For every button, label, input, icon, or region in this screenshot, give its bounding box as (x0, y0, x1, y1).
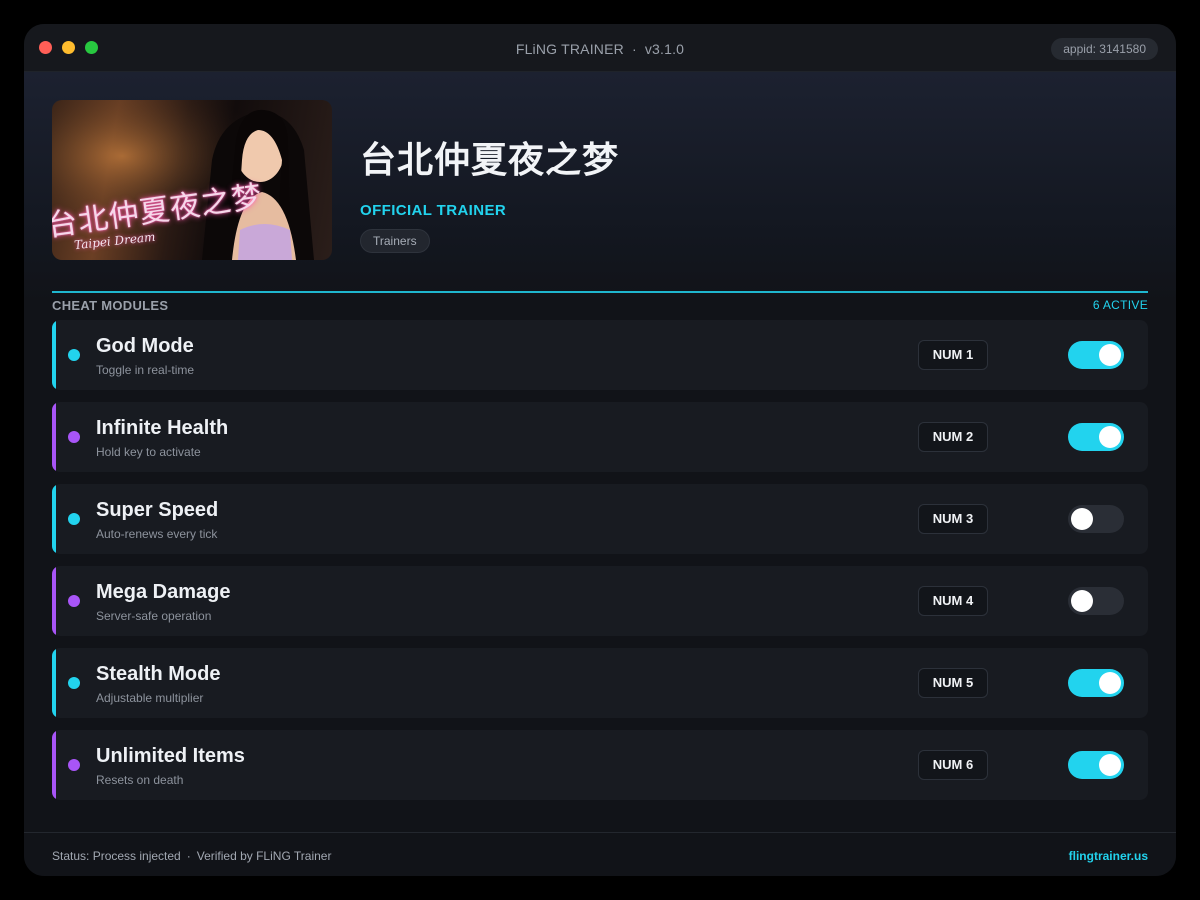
hotkey-button[interactable]: NUM 4 (918, 586, 988, 616)
cheat-toggle[interactable] (1068, 341, 1124, 369)
app-version: v3.1.0 (644, 41, 685, 57)
accent-bar (52, 566, 56, 636)
cheat-description: Resets on death (96, 773, 184, 787)
toggle-knob (1071, 508, 1093, 530)
trainers-tag[interactable]: Trainers (360, 229, 430, 253)
status-footer: Status: Process injected · Verified by FLi… (24, 832, 1176, 876)
cheat-name: Stealth Mode (96, 663, 221, 685)
cheat-row-god-mode: God Mode Toggle in real-time NUM 1 (52, 320, 1148, 390)
cheat-name: God Mode (96, 335, 194, 357)
cheat-modules-heading: CHEAT MODULES (52, 298, 169, 313)
status-dot (68, 513, 80, 525)
cheat-description: Toggle in real-time (96, 363, 195, 377)
window-title: FLiNG TRAINER · v3.1.0 (24, 41, 1176, 57)
game-title: 台北仲夏夜之梦 (360, 139, 620, 180)
status-text: Status: Process injected · Verified by FLi… (52, 849, 331, 863)
accent-bar (52, 648, 56, 718)
process-status: Status: Process injected (52, 849, 181, 863)
website-link[interactable]: flingtrainer.us (1069, 849, 1148, 863)
app-name: FLiNG TRAINER (515, 41, 624, 57)
toggle-knob (1099, 344, 1121, 366)
footer-separator: · (186, 849, 191, 863)
hotkey-button[interactable]: NUM 5 (918, 668, 988, 698)
accent-bar (52, 484, 56, 554)
status-dot (68, 677, 80, 689)
cheat-row-infinite-health: Infinite Health Hold key to activate NUM… (52, 402, 1148, 472)
cheat-name: Infinite Health (96, 417, 229, 439)
cheat-toggle[interactable] (1068, 423, 1124, 451)
cheat-toggle[interactable] (1068, 751, 1124, 779)
cheat-description: Adjustable multiplier (96, 691, 204, 705)
active-count: 6 ACTIVE (1092, 298, 1148, 312)
cheat-name: Mega Damage (96, 581, 231, 603)
title-bar: FLiNG TRAINER · v3.1.0 appid: 3141580 (24, 24, 1176, 72)
status-dot (68, 759, 80, 771)
trainer-window: FLiNG TRAINER · v3.1.0 appid: 3141580 台北仲 (24, 24, 1176, 876)
appid-badge: appid: 3141580 (1051, 38, 1158, 60)
cheat-module-list: God Mode Toggle in real-time NUM 1 Infin… (52, 320, 1148, 812)
cheat-description: Auto-renews every tick (96, 527, 218, 541)
official-trainer-label: OFFICIAL TRAINER (360, 202, 507, 219)
accent-bar (52, 730, 56, 800)
hotkey-button[interactable]: NUM 6 (918, 750, 988, 780)
section-divider (52, 291, 1148, 293)
cheat-row-super-speed: Super Speed Auto-renews every tick NUM 3 (52, 484, 1148, 554)
cheat-description: Hold key to activate (96, 445, 201, 459)
hotkey-button[interactable]: NUM 3 (918, 504, 988, 534)
cheat-toggle[interactable] (1068, 587, 1124, 615)
toggle-knob (1099, 426, 1121, 448)
cheat-name: Super Speed (96, 499, 219, 521)
cheat-row-stealth-mode: Stealth Mode Adjustable multiplier NUM 5 (52, 648, 1148, 718)
cheat-toggle[interactable] (1068, 505, 1124, 533)
accent-bar (52, 402, 56, 472)
toggle-knob (1099, 754, 1121, 776)
verified-text: Verified by FLiNG Trainer (196, 849, 332, 863)
hotkey-button[interactable]: NUM 1 (918, 340, 988, 370)
toggle-knob (1099, 672, 1121, 694)
cheat-toggle[interactable] (1068, 669, 1124, 697)
toggle-knob (1071, 590, 1093, 612)
cheat-row-mega-damage: Mega Damage Server-safe operation NUM 4 (52, 566, 1148, 636)
status-dot (68, 349, 80, 361)
status-dot (68, 431, 80, 443)
game-cover-image: 台北仲夏夜之梦 Taipei Dream (52, 100, 332, 260)
cheat-name: Unlimited Items (96, 745, 245, 767)
cheat-description: Server-safe operation (96, 609, 212, 623)
status-dot (68, 595, 80, 607)
title-separator: · (631, 41, 637, 57)
accent-bar (52, 320, 56, 390)
game-header: 台北仲夏夜之梦 Taipei Dream 台北仲夏夜之梦 OFFICIAL TR… (24, 72, 1176, 302)
cheat-row-unlimited-items: Unlimited Items Resets on death NUM 6 (52, 730, 1148, 800)
hotkey-button[interactable]: NUM 2 (918, 422, 988, 452)
